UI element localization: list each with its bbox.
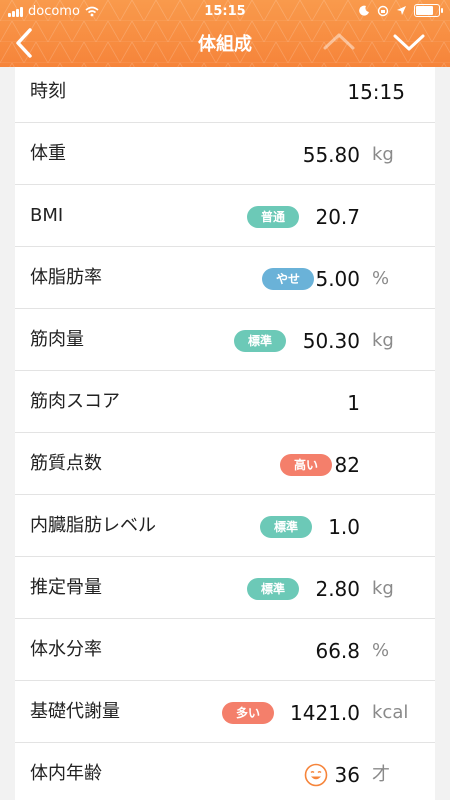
row-value: 50.30 — [302, 329, 360, 353]
list-item-body-fat: 体脂肪率 やせ 5.00 % — [15, 247, 435, 309]
row-value: 1421.0 — [290, 701, 360, 725]
rotation-lock-icon — [377, 5, 389, 16]
row-unit: % — [372, 640, 390, 661]
row-unit: kg — [372, 330, 394, 351]
body-composition-list: 時刻 15:15 体重 55.80 kg BMI 普通 20.7 体脂肪率 やせ… — [15, 67, 435, 800]
list-item-muscle-score: 筋肉スコア 1 — [15, 371, 435, 433]
list-item-visceral-fat: 内臓脂肪レベル 標準 1.0 — [15, 495, 435, 557]
row-label: 内臓脂肪レベル — [30, 515, 156, 536]
status-badge: 標準 — [247, 578, 300, 600]
row-label: 筋肉量 — [30, 329, 84, 350]
status-bar: docomo 15:15 — [0, 0, 450, 24]
row-label: 時刻 — [30, 81, 66, 102]
row-value: 2.80 — [315, 577, 360, 601]
row-label: 基礎代謝量 — [30, 701, 120, 722]
list-item-muscle-mass: 筋肉量 標準 50.30 kg — [15, 309, 435, 371]
list-item-bone-mass: 推定骨量 標準 2.80 kg — [15, 557, 435, 619]
list-item-weight: 体重 55.80 kg — [15, 123, 435, 185]
battery-icon — [414, 4, 443, 17]
row-value: 5.00 — [315, 267, 360, 291]
row-label: 体内年齢 — [30, 763, 102, 784]
page-title: 体組成 — [198, 34, 252, 55]
status-badge: 標準 — [234, 330, 287, 352]
moon-icon — [359, 5, 369, 16]
row-unit: kcal — [372, 702, 409, 723]
row-label: BMI — [30, 205, 64, 226]
row-unit: kg — [372, 144, 394, 165]
row-label: 推定骨量 — [30, 577, 102, 598]
navigation-bar: 体組成 — [0, 24, 450, 67]
status-badge: 普通 — [247, 206, 300, 228]
smiley-face-icon — [304, 763, 328, 787]
row-label: 体脂肪率 — [30, 267, 102, 288]
row-label: 体水分率 — [30, 639, 102, 660]
row-value: 1.0 — [328, 515, 360, 539]
list-item-time: 時刻 15:15 — [15, 67, 435, 123]
row-value: 1 — [347, 391, 360, 415]
row-value: 36 — [334, 763, 360, 787]
list-item-body-age: 体内年齢 36 才 — [15, 743, 435, 800]
status-badge: やせ — [262, 268, 315, 290]
row-value: 82 — [334, 453, 360, 477]
previous-chevron-up-icon[interactable] — [322, 28, 356, 56]
list-item-muscle-quality: 筋質点数 高い 82 — [15, 433, 435, 495]
row-label: 体重 — [30, 143, 66, 164]
status-badge: 多い — [222, 702, 275, 724]
row-label: 筋肉スコア — [30, 391, 120, 412]
row-value: 55.80 — [302, 143, 360, 167]
row-label: 筋質点数 — [30, 453, 102, 474]
list-item-bmi: BMI 普通 20.7 — [15, 185, 435, 247]
row-value: 20.7 — [315, 205, 360, 229]
row-unit: 才 — [372, 764, 390, 785]
status-badge: 高い — [280, 454, 333, 476]
row-unit: kg — [372, 578, 394, 599]
next-chevron-down-icon[interactable] — [392, 28, 426, 56]
app-header: docomo 15:15 体組成 — [0, 0, 450, 67]
row-value: 15:15 — [347, 80, 405, 104]
location-icon — [397, 6, 406, 15]
list-item-basal-metabolism: 基礎代謝量 多い 1421.0 kcal — [15, 681, 435, 743]
list-item-body-water: 体水分率 66.8 % — [15, 619, 435, 681]
row-unit: % — [372, 268, 390, 289]
status-badge: 標準 — [260, 516, 313, 538]
row-value: 66.8 — [315, 639, 360, 663]
